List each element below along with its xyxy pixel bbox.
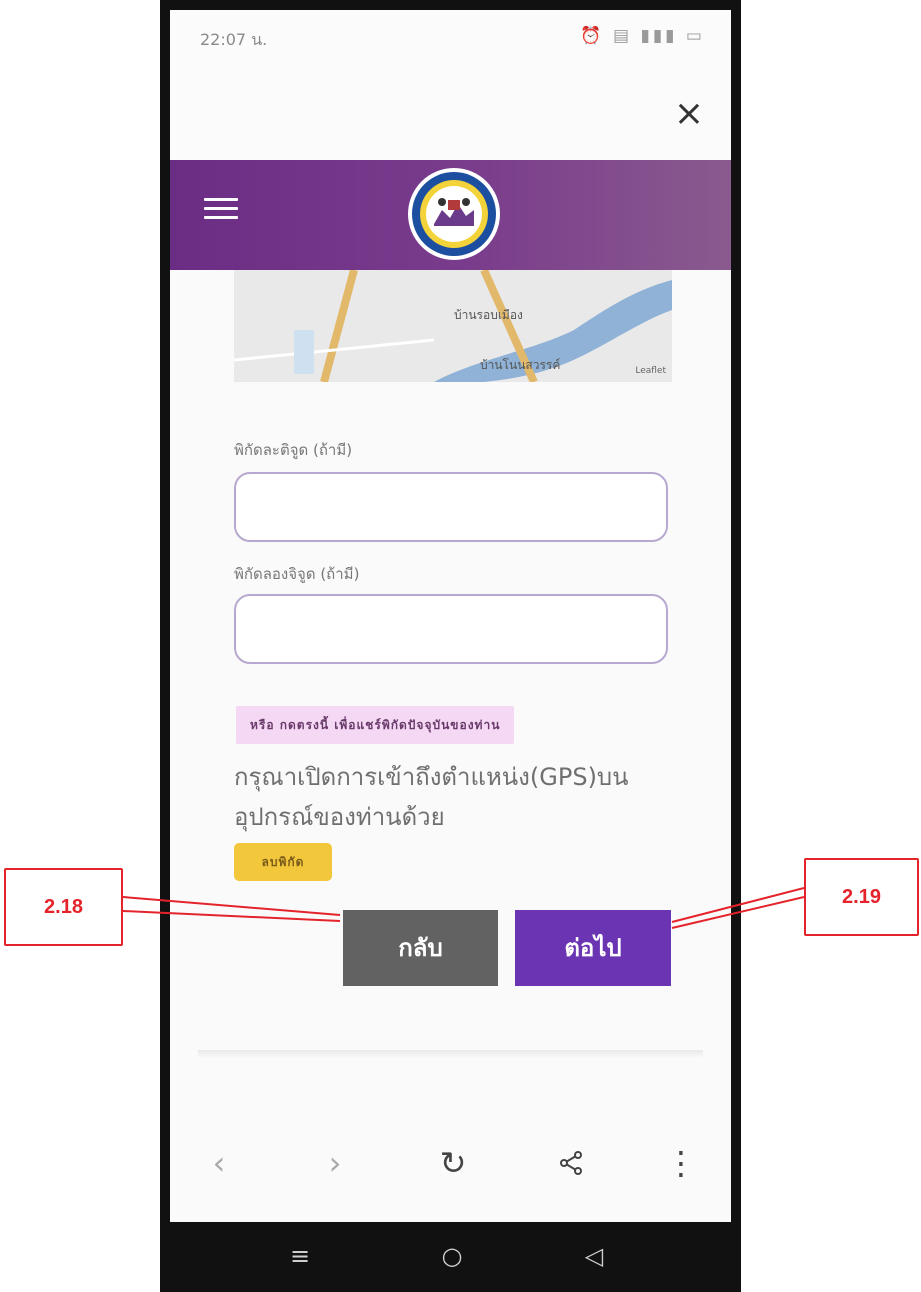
map-attribution[interactable]: Leaflet <box>635 366 666 376</box>
site-header <box>170 160 731 270</box>
hamburger-icon[interactable] <box>204 198 238 220</box>
android-nav-bar: ≡ ○ ◁ <box>170 1222 731 1292</box>
share-icon[interactable] <box>546 1138 596 1188</box>
longitude-label: พิกัดลองจิจูด (ถ้ามี) <box>234 565 360 583</box>
phone-screen: 22:07 น. ⏰ ▤ ▮▮▮ ▭ × บ้านรอบเมือง บ้านโน… <box>170 10 731 1222</box>
map-label-2: บ้านโนนสวรรค์ <box>480 358 561 372</box>
latitude-input[interactable] <box>234 472 668 542</box>
annotation-callout-next: 2.19 <box>804 858 919 936</box>
android-back-icon[interactable]: ◁ <box>570 1234 618 1278</box>
map-label-1: บ้านรอบเมือง <box>454 308 523 322</box>
browser-nav-bar: ‹ › ↻ ⋮ <box>170 1110 731 1222</box>
close-bar: × <box>170 72 731 160</box>
location-map[interactable]: บ้านรอบเมือง บ้านโนนสวรรค์ Leaflet <box>234 270 672 382</box>
status-bar: 22:07 น. ⏰ ▤ ▮▮▮ ▭ <box>170 10 731 72</box>
reload-icon[interactable]: ↻ <box>428 1138 478 1188</box>
back-button[interactable]: กลับ <box>343 910 498 986</box>
status-icons: ⏰ ▤ ▮▮▮ ▭ <box>580 26 705 46</box>
clear-coordinates-button[interactable]: ลบพิกัด <box>234 843 332 881</box>
android-home-icon[interactable]: ○ <box>428 1234 476 1278</box>
latitude-label: พิกัดละติจูด (ถ้ามี) <box>234 441 353 459</box>
card-divider <box>198 1050 703 1058</box>
browser-forward-icon[interactable]: › <box>310 1138 360 1188</box>
status-time: 22:07 น. <box>200 30 268 49</box>
longitude-input[interactable] <box>234 594 668 664</box>
share-location-link[interactable]: หรือ กดตรงนี้ เพื่อแชร์พิกัดปัจจุบันของท… <box>236 706 515 744</box>
browser-back-icon[interactable]: ‹ <box>194 1138 244 1188</box>
gps-note: กรุณาเปิดการเข้าถึงตำแหน่ง(GPS)บนอุปกรณ์… <box>234 763 629 831</box>
close-icon[interactable]: × <box>669 94 709 134</box>
browser-menu-icon[interactable]: ⋮ <box>656 1138 706 1188</box>
android-menu-icon[interactable]: ≡ <box>276 1234 324 1278</box>
next-button[interactable]: ต่อไป <box>515 910 671 986</box>
map-tiles <box>234 270 672 382</box>
phone-frame: 22:07 น. ⏰ ▤ ▮▮▮ ▭ × บ้านรอบเมือง บ้านโน… <box>160 0 741 1292</box>
annotation-callout-back: 2.18 <box>4 868 123 946</box>
municipality-seal-icon <box>408 168 500 260</box>
